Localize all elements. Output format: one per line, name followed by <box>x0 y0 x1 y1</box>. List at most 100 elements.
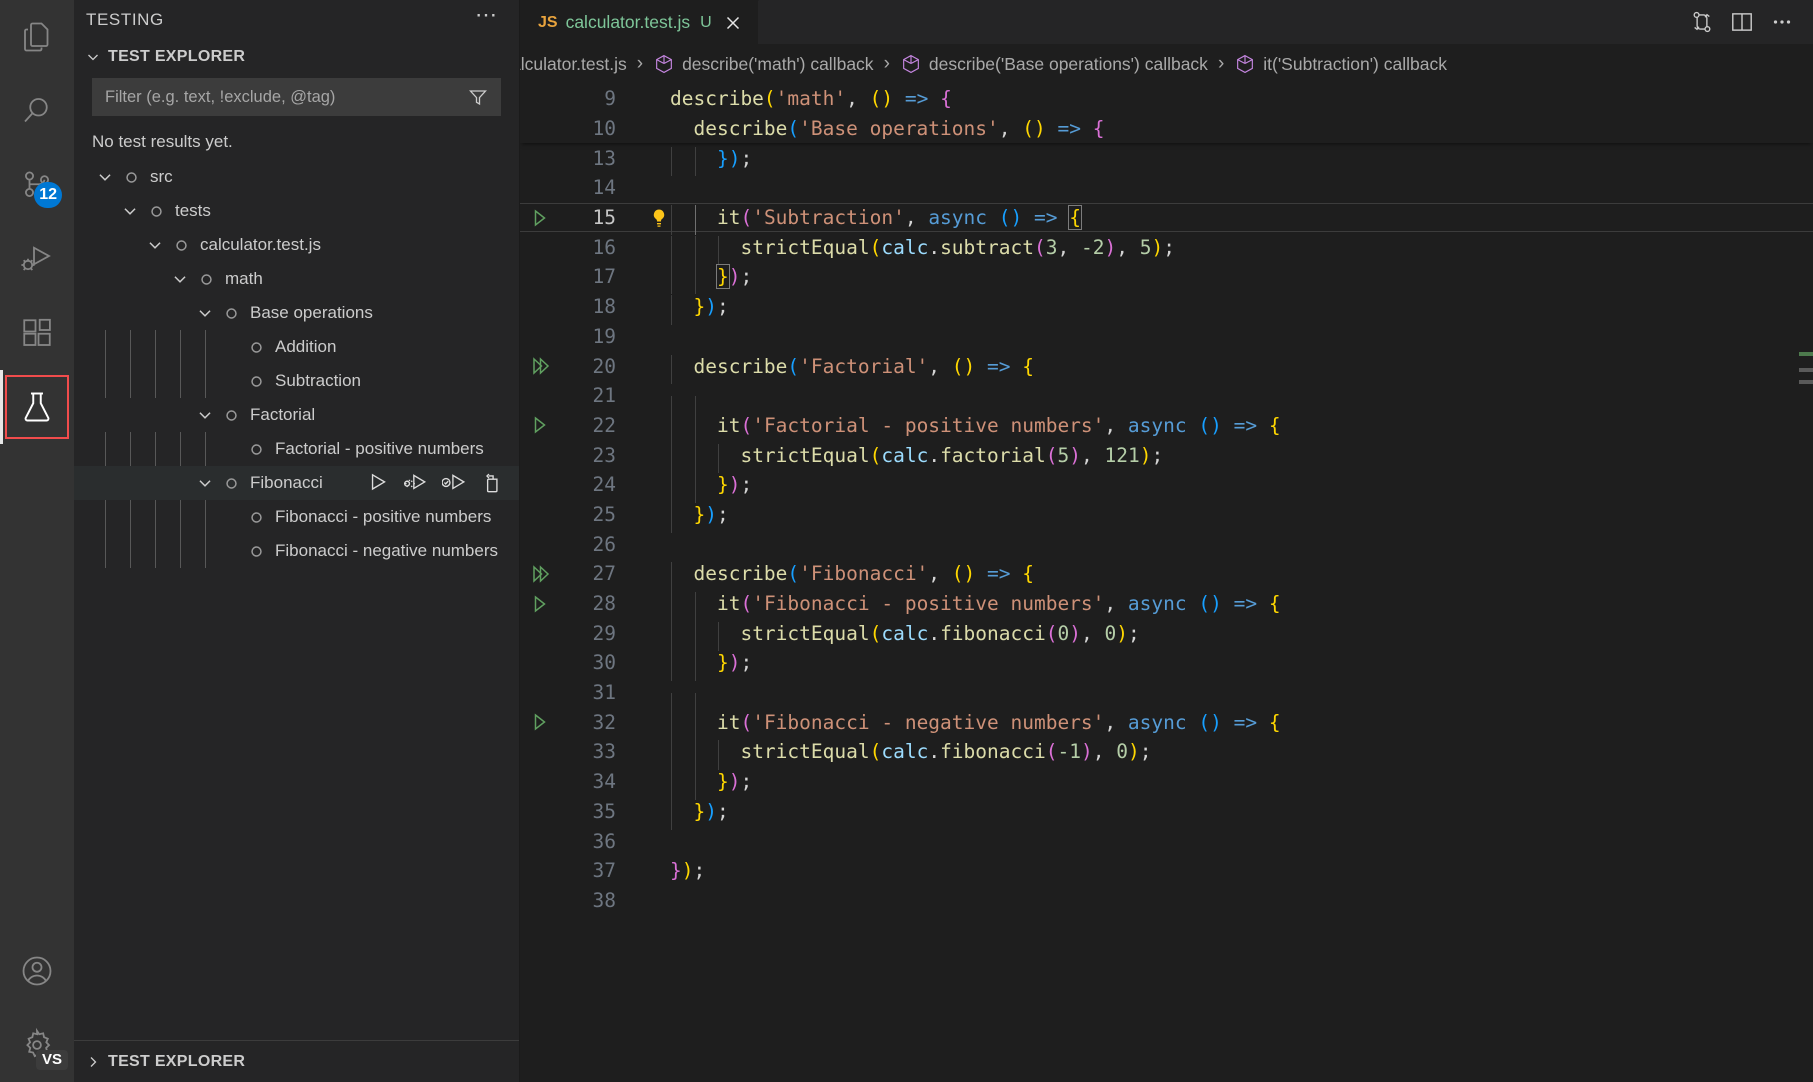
test-tree-item-addition[interactable]: Addition <box>74 330 519 364</box>
chevron-down-icon[interactable] <box>192 402 218 428</box>
test-tree-item-calculator-test-js[interactable]: calculator.test.js <box>74 228 519 262</box>
activity-item-run-and-debug[interactable] <box>0 222 74 296</box>
run-all-tests-icon[interactable] <box>520 562 560 586</box>
code-line[interactable]: 36 <box>520 826 1813 856</box>
code-line[interactable]: 9describe('math', () => { <box>520 84 1813 114</box>
test-tree-item-math[interactable]: math <box>74 262 519 296</box>
chevron-down-icon[interactable] <box>192 470 218 496</box>
code-line[interactable]: 24 }); <box>520 470 1813 500</box>
go-to-test-icon[interactable] <box>479 470 505 496</box>
more-actions-icon[interactable] <box>1767 7 1797 37</box>
run-test-icon[interactable] <box>520 413 560 437</box>
code-line[interactable]: 26 <box>520 529 1813 559</box>
test-tree-item-factorial[interactable]: Factorial <box>74 398 519 432</box>
run-test-icon[interactable] <box>520 710 560 734</box>
code-line[interactable]: 20 describe('Factorial', () => { <box>520 351 1813 381</box>
debug-test-icon[interactable] <box>403 470 429 496</box>
chevron-down-icon[interactable] <box>92 164 118 190</box>
compare-changes-icon[interactable] <box>1687 7 1717 37</box>
indent-guide <box>695 414 696 444</box>
activity-item-testing[interactable] <box>0 370 74 444</box>
code-line[interactable]: 21 <box>520 381 1813 411</box>
run-all-tests-icon[interactable] <box>520 354 560 378</box>
code-token <box>1222 711 1234 734</box>
chevron-down-icon[interactable] <box>142 232 168 258</box>
test-tree-item-tests[interactable]: tests <box>74 194 519 228</box>
lightbulb-icon[interactable] <box>648 208 670 228</box>
editor-vertical-scrollbar[interactable] <box>1799 84 1813 1082</box>
sidebar-more-actions-button[interactable]: ⋯ <box>471 10 503 30</box>
breadcrumb-item[interactable]: alculator.test.js <box>520 54 628 75</box>
code-line[interactable]: 30 }); <box>520 648 1813 678</box>
close-icon[interactable] <box>720 10 746 36</box>
test-explorer-bottom-section[interactable]: TEST EXPLORER <box>74 1040 519 1082</box>
chevron-down-icon[interactable] <box>167 266 193 292</box>
test-tree-item-fibonacci-positive-numbers[interactable]: Fibonacci - positive numbers <box>74 500 519 534</box>
code-line[interactable]: 33 strictEqual(calc.fibonacci(-1), 0); <box>520 737 1813 767</box>
code-line[interactable]: 35 }); <box>520 797 1813 827</box>
code-token: . <box>928 444 940 467</box>
code-line[interactable]: 18 }); <box>520 292 1813 322</box>
run-test-icon[interactable] <box>520 206 560 230</box>
test-tree-item-src[interactable]: src <box>74 160 519 194</box>
test-tree-item-fibonacci-negative-numbers[interactable]: Fibonacci - negative numbers <box>74 534 519 568</box>
indent-guide <box>695 444 696 474</box>
code-line[interactable]: 38 <box>520 886 1813 916</box>
filter-icon[interactable] <box>464 83 492 111</box>
chevron-down-icon[interactable] <box>117 198 143 224</box>
code-line[interactable]: 17 }); <box>520 262 1813 292</box>
activity-item-accounts[interactable] <box>0 934 74 1008</box>
filter-input[interactable] <box>105 88 464 107</box>
code-line[interactable]: 13 }); <box>520 143 1813 173</box>
code-line[interactable]: 28 it('Fibonacci - positive numbers', as… <box>520 589 1813 619</box>
test-tree-item-actions <box>365 470 511 496</box>
code-line[interactable]: 32 it('Fibonacci - negative numbers', as… <box>520 707 1813 737</box>
run-test-icon[interactable] <box>520 592 560 616</box>
code-token: { <box>940 87 952 110</box>
activity-item-explorer[interactable] <box>0 0 74 74</box>
code-editor[interactable]: 9describe('math', () => {10 describe('Ba… <box>520 84 1813 1082</box>
run-with-coverage-icon[interactable] <box>441 470 467 496</box>
code-line[interactable]: 25 }); <box>520 500 1813 530</box>
test-tree-item-fibonacci[interactable]: Fibonacci <box>74 466 519 500</box>
filter-box[interactable] <box>92 78 501 116</box>
breadcrumb-item[interactable]: describe('Base operations') callback <box>899 53 1209 75</box>
code-line[interactable]: 31 <box>520 678 1813 708</box>
tree-indent-guide <box>105 330 106 364</box>
code-token: ) <box>729 147 741 170</box>
symbol-object-icon <box>900 53 922 75</box>
code-line[interactable]: 16 strictEqual(calc.subtract(3, -2), 5); <box>520 232 1813 262</box>
tab-calculator-test-js[interactable]: JS calculator.test.js U <box>520 0 759 44</box>
code-line[interactable]: 19 <box>520 322 1813 352</box>
code-line[interactable]: 27 describe('Fibonacci', () => { <box>520 559 1813 589</box>
activity-item-extensions[interactable] <box>0 296 74 370</box>
test-tree-item-base-operations[interactable]: Base operations <box>74 296 519 330</box>
split-editor-icon[interactable] <box>1727 7 1757 37</box>
activity-item-search[interactable] <box>0 74 74 148</box>
code-line[interactable]: 22 it('Factorial - positive numbers', as… <box>520 411 1813 441</box>
breadcrumb-item[interactable]: it('Subtraction') callback <box>1233 53 1448 75</box>
code-line[interactable]: 29 strictEqual(calc.fibonacci(0), 0); <box>520 618 1813 648</box>
code-line[interactable]: 37}); <box>520 856 1813 886</box>
breadcrumb-item[interactable]: describe('math') callback <box>652 53 874 75</box>
test-tree-item-factorial-positive-numbers[interactable]: Factorial - positive numbers <box>74 432 519 466</box>
code-token: ( <box>1046 740 1058 763</box>
chevron-down-icon[interactable] <box>192 300 218 326</box>
activity-item-source-control[interactable]: 12 <box>0 148 74 222</box>
code-line[interactable]: 23 strictEqual(calc.factorial(5), 121); <box>520 440 1813 470</box>
code-line[interactable]: 10 describe('Base operations', () => { <box>520 114 1813 144</box>
test-explorer-section-label: TEST EXPLORER <box>108 48 245 66</box>
code-token: ) <box>1151 236 1163 259</box>
code-line[interactable]: 14 <box>520 173 1813 203</box>
indent-guide <box>695 147 696 177</box>
test-explorer-section-header[interactable]: TEST EXPLORER <box>74 40 519 74</box>
code-token <box>670 622 740 645</box>
unset-state-icon <box>218 300 244 326</box>
run-test-icon[interactable] <box>365 470 391 496</box>
activity-item-manage[interactable]: VS <box>0 1008 74 1082</box>
test-tree-item-subtraction[interactable]: Subtraction <box>74 364 519 398</box>
code-line[interactable]: 15 it('Subtraction', async () => { <box>520 203 1813 233</box>
code-token <box>670 414 717 437</box>
code-line[interactable]: 34 }); <box>520 767 1813 797</box>
line-number: 27 <box>560 562 626 585</box>
